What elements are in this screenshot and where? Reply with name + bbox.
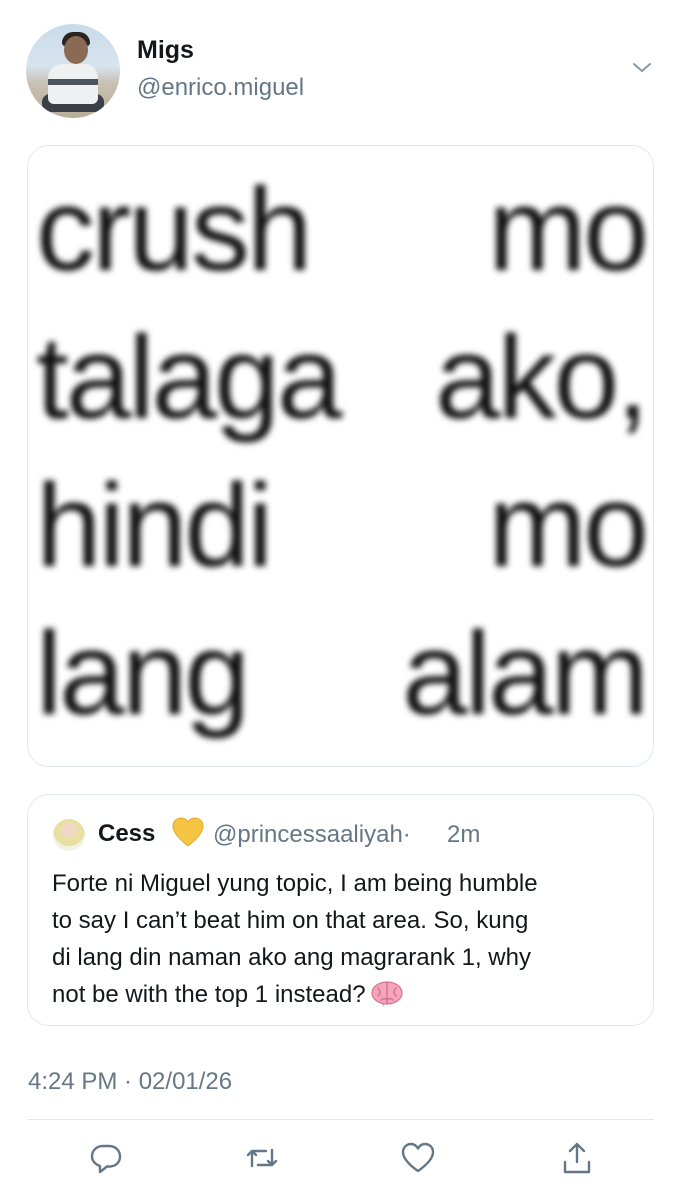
meme-word: talaga (36, 312, 343, 444)
meme-line: hindi mo (36, 452, 649, 600)
meme-line: lang alam (36, 600, 649, 748)
meme-word: ako, (434, 312, 649, 444)
author-display-name[interactable]: Migs (137, 36, 194, 65)
meme-line: talaga ako, (36, 304, 649, 452)
quoted-text-line: di lang din naman ako ang magrarank 1, w… (52, 944, 531, 971)
avatar-photo-stripe (48, 79, 98, 85)
author-avatar[interactable] (26, 24, 120, 118)
meme-line: crush mo (36, 156, 649, 304)
meme-text: crush mo talaga ako, hindi mo lang alam (36, 156, 649, 748)
retweet-icon[interactable] (244, 1140, 280, 1176)
quoted-text-line: Forte ni Miguel yung topic, I am being h… (52, 870, 538, 897)
quoted-author-name: Cess (98, 820, 156, 847)
quoted-text-line-last: not be with the top 1 instead? (52, 976, 642, 1013)
quoted-time: 2m (447, 821, 481, 848)
quoted-author-handle: @princessaaliyah· (213, 821, 411, 849)
separator-dot: · (402, 821, 411, 848)
quoted-handle-text: @princessaaliyah (213, 821, 403, 848)
share-icon[interactable] (559, 1140, 595, 1176)
reply-icon[interactable] (88, 1140, 124, 1176)
meme-word: alam (402, 608, 649, 740)
quoted-tweet[interactable]: Cess @princessaaliyah· 2m Forte ni Migue… (27, 794, 654, 1026)
chevron-down-icon[interactable] (630, 56, 654, 80)
author-handle[interactable]: @enrico.miguel (137, 74, 304, 102)
tweet-image[interactable]: crush mo talaga ako, hindi mo lang alam (27, 145, 654, 767)
meme-word: lang (36, 608, 250, 740)
brain-icon (370, 980, 404, 1008)
meme-word: hindi (36, 460, 273, 592)
divider (27, 1119, 654, 1120)
meme-word: crush (36, 164, 313, 296)
tweet-timestamp: 4:24 PM · 02/01/26 (28, 1068, 233, 1095)
like-icon[interactable] (400, 1140, 436, 1176)
quoted-text-line: to say I can’t beat him on that area. So… (52, 907, 529, 934)
avatar-photo-head (64, 36, 88, 64)
tweet-header: Migs @enrico.miguel (0, 0, 681, 130)
quoted-tweet-text: Forte ni Miguel yung topic, I am being h… (52, 865, 642, 1013)
meme-word: mo (488, 164, 649, 296)
meme-word: mo (488, 460, 649, 592)
quoted-text-tail: not be with the top 1 instead? (52, 981, 366, 1008)
quoted-author-avatar (53, 819, 85, 851)
yellow-heart-icon (171, 816, 205, 850)
